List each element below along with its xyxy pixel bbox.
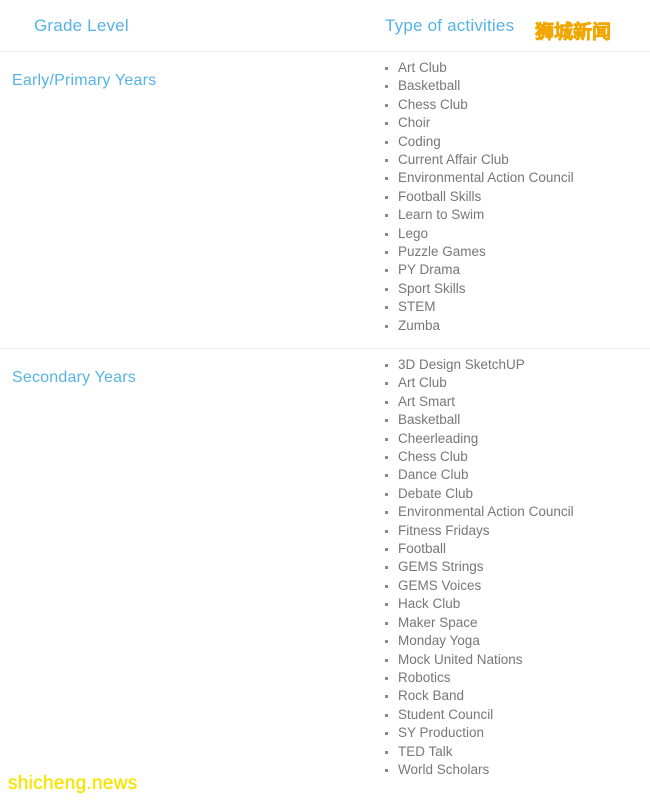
type-of-activities-column-heading: Type of activities xyxy=(385,15,515,35)
grade-level-label-early-primary: Early/Primary Years xyxy=(12,72,157,89)
table-header-row: Grade Level Type of activities 狮城新闻 xyxy=(0,0,650,52)
grade-level-label-secondary: Secondary Years xyxy=(12,369,136,386)
table-row: Early/Primary Years Art Club Basketball … xyxy=(0,52,650,349)
activities-cell: 3D Design SketchUP Art Club Art Smart Ba… xyxy=(372,349,650,779)
table-row: Secondary Years 3D Design SketchUP Art C… xyxy=(0,349,650,799)
list-item: Cheerleading xyxy=(372,430,650,448)
activities-cell: Art Club Basketball Chess Club Choir Cod… xyxy=(372,52,650,335)
list-item: Dance Club xyxy=(372,466,650,484)
list-item: Coding xyxy=(372,133,650,151)
list-item: SY Production xyxy=(372,724,650,742)
grade-level-column-heading: Grade Level xyxy=(34,15,129,35)
list-item: Puzzle Games xyxy=(372,243,650,261)
activity-list-early-primary: Art Club Basketball Chess Club Choir Cod… xyxy=(372,59,650,335)
list-item: TED Talk xyxy=(372,743,650,761)
list-item: Football xyxy=(372,540,650,558)
list-item: PY Drama xyxy=(372,261,650,279)
list-item: Choir xyxy=(372,114,650,132)
list-item: Chess Club xyxy=(372,448,650,466)
list-item: Hack Club xyxy=(372,595,650,613)
list-item: Maker Space xyxy=(372,614,650,632)
list-item: Robotics xyxy=(372,669,650,687)
grade-level-cell: Secondary Years xyxy=(0,349,372,387)
list-item: Sport Skills xyxy=(372,280,650,298)
list-item: STEM xyxy=(372,298,650,316)
list-item: 3D Design SketchUP xyxy=(372,356,650,374)
list-item: Art Club xyxy=(372,59,650,77)
list-item: Debate Club xyxy=(372,485,650,503)
list-item: Monday Yoga xyxy=(372,632,650,650)
list-item: Fitness Fridays xyxy=(372,522,650,540)
list-item: Chess Club xyxy=(372,96,650,114)
list-item: World Scholars xyxy=(372,761,650,779)
list-item: GEMS Strings xyxy=(372,558,650,576)
activity-list-secondary: 3D Design SketchUP Art Club Art Smart Ba… xyxy=(372,356,650,779)
list-item: GEMS Voices xyxy=(372,577,650,595)
list-item: Art Smart xyxy=(372,393,650,411)
list-item: Environmental Action Council xyxy=(372,503,650,521)
list-item: Environmental Action Council xyxy=(372,169,650,187)
header-cell-activities: Type of activities 狮城新闻 xyxy=(372,15,650,43)
list-item: Basketball xyxy=(372,77,650,95)
list-item: Mock United Nations xyxy=(372,651,650,669)
list-item: Lego xyxy=(372,225,650,243)
grade-level-cell: Early/Primary Years xyxy=(0,52,372,90)
header-cell-grade-level: Grade Level xyxy=(0,16,372,36)
activities-table: Grade Level Type of activities 狮城新闻 Earl… xyxy=(0,0,650,799)
list-item: Zumba xyxy=(372,317,650,335)
chinese-watermark: 狮城新闻 xyxy=(535,21,612,43)
list-item: Basketball xyxy=(372,411,650,429)
list-item: Student Council xyxy=(372,706,650,724)
site-watermark: shicheng.news xyxy=(8,773,138,794)
list-item: Football Skills xyxy=(372,188,650,206)
list-item: Current Affair Club xyxy=(372,151,650,169)
list-item: Art Club xyxy=(372,374,650,392)
list-item: Rock Band xyxy=(372,687,650,705)
list-item: Learn to Swim xyxy=(372,206,650,224)
